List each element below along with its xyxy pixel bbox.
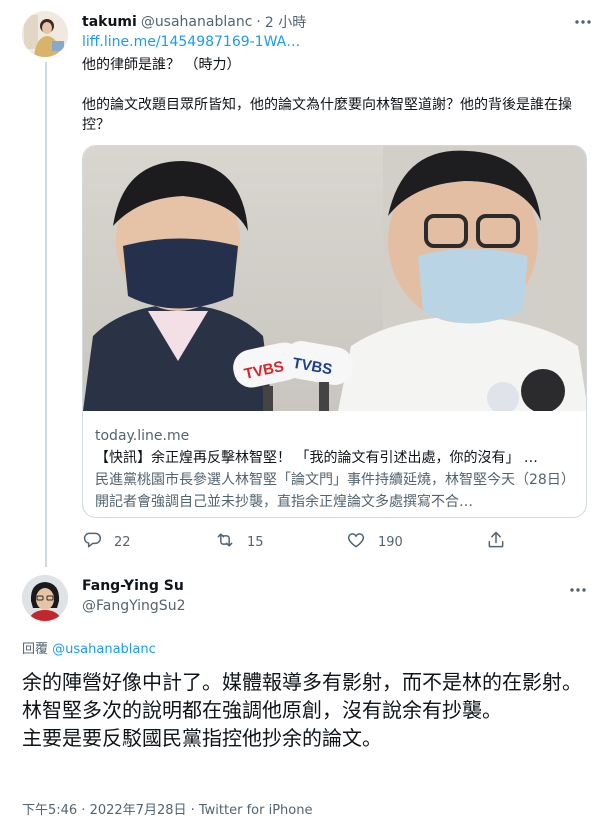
thread-connector-line — [45, 62, 47, 567]
like-count: 190 — [378, 534, 403, 550]
more-icon[interactable] — [569, 582, 587, 598]
card-domain: today.line.me — [95, 428, 190, 444]
card-description: 民進黨桃園市長參選人林智堅「論文門」事件持續延燒，林智堅今天（28日）開記者會強… — [95, 472, 575, 510]
share-icon — [486, 530, 506, 554]
news-photo: TVBS TVBS — [83, 146, 586, 411]
parent-tweet-text: 他的律師是誰？ （時力） 他的論文改題目眾所皆知，他的論文為什麼要向林智堅道謝？… — [82, 55, 592, 135]
reply-button[interactable]: 22 — [82, 530, 131, 554]
like-button[interactable]: 190 — [346, 530, 403, 554]
retweet-count: 15 — [247, 534, 264, 550]
like-icon — [346, 530, 366, 554]
reply-author-name[interactable]: Fang-Ying Su — [82, 578, 184, 594]
author-name[interactable]: takumi — [82, 14, 137, 30]
parent-tweet-header: takumi @usahanablanc · 2 小時 — [82, 11, 592, 33]
share-button[interactable] — [486, 530, 506, 554]
reply-icon — [82, 530, 102, 554]
retweet-icon — [215, 530, 235, 554]
card-title: 【快訊】余正煌再反擊林智堅！ 「我的論文有引述出處，你的沒有」 … — [95, 450, 538, 466]
tweet-text-line: 林智堅多次的說明都在強調他原創，沒有說余有抄襲。 — [22, 698, 502, 722]
replying-prefix: 回覆 — [22, 642, 49, 657]
reply-tweet-text: 余的陣營好像中計了。媒體報導多有影射，而不是林的在影射。 林智堅多次的說明都在強… — [22, 668, 592, 752]
tweet-text-line: 主要是要反駁國民黨指控他抄余的論文。 — [22, 726, 382, 750]
tweet-link[interactable]: liff.line.me/1454987169-1WA… — [82, 34, 300, 50]
separator-dot: · — [256, 14, 261, 30]
author-handle[interactable]: @usahanablanc — [141, 14, 253, 30]
parent-tweet-actions: 22 15 190 — [82, 530, 512, 554]
tweet-meta[interactable]: 下午5:46 · 2022年7月28日 · Twitter for iPhone — [22, 799, 312, 818]
timestamp[interactable]: 2 小時 — [265, 12, 306, 32]
reply-author-handle[interactable]: @FangYingSu2 — [82, 598, 185, 614]
avatar-takumi[interactable] — [22, 11, 68, 57]
more-icon[interactable] — [574, 14, 592, 30]
avatar-fang-ying-su[interactable] — [22, 575, 68, 621]
retweet-button[interactable]: 15 — [215, 530, 264, 554]
tweet-text-line: 他的論文改題目眾所皆知，他的論文為什麼要向林智堅道謝？他的背後是誰在操控？ — [82, 97, 572, 133]
tweet-text-line: 他的律師是誰？ （時力） — [82, 57, 241, 73]
reply-count: 22 — [114, 534, 131, 550]
tweet-text-line: 余的陣營好像中計了。媒體報導多有影射，而不是林的在影射。 — [22, 670, 582, 694]
reply-mention-link[interactable]: @usahanablanc — [52, 642, 156, 657]
link-preview-card[interactable]: TVBS TVBS today.line.me 【快訊】余正煌再反擊林智堅！ 「… — [82, 145, 587, 518]
replying-to: 回覆 @usahanablanc — [22, 638, 156, 657]
card-info: today.line.me 【快訊】余正煌再反擊林智堅！ 「我的論文有引述出處，… — [95, 425, 575, 513]
